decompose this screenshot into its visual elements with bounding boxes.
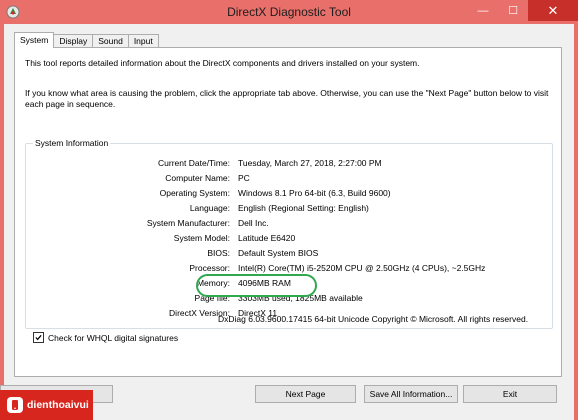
info-value: Dell Inc. bbox=[238, 218, 269, 228]
info-value: Latitude E6420 bbox=[238, 233, 296, 243]
next-page-button[interactable]: Next Page bbox=[255, 385, 356, 403]
exit-button[interactable]: Exit bbox=[463, 385, 557, 403]
whql-checkbox[interactable] bbox=[33, 332, 44, 343]
watermark-text: dienthoaivui bbox=[27, 399, 89, 411]
info-value: Tuesday, March 27, 2018, 2:27:00 PM bbox=[238, 158, 382, 168]
tab-input[interactable]: Input bbox=[127, 34, 159, 48]
maximize-button[interactable]: ☐ bbox=[498, 0, 528, 21]
info-value: English (Regional Setting: English) bbox=[238, 203, 369, 213]
system-tab-panel: This tool reports detailed information a… bbox=[14, 47, 562, 377]
info-row-bios: BIOS: Default System BIOS bbox=[26, 248, 554, 260]
close-button[interactable]: ✕ bbox=[528, 0, 578, 21]
memory-highlight-annotation bbox=[196, 274, 317, 297]
phone-logo-icon bbox=[7, 397, 23, 413]
info-label: System Model: bbox=[173, 233, 230, 243]
tab-display[interactable]: Display bbox=[53, 34, 94, 48]
tab-sound[interactable]: Sound bbox=[92, 34, 129, 48]
tab-system[interactable]: System bbox=[14, 32, 55, 48]
info-row-language: Language: English (Regional Setting: Eng… bbox=[26, 203, 554, 215]
whql-check-option[interactable]: Check for WHQL digital signatures bbox=[33, 332, 178, 343]
version-copyright-text: DxDiag 6.03.9600.17415 64-bit Unicode Co… bbox=[218, 314, 529, 324]
info-label: Language: bbox=[189, 203, 230, 213]
info-row-date-time: Current Date/Time: Tuesday, March 27, 20… bbox=[26, 158, 554, 170]
info-row-computer-name: Computer Name: PC bbox=[26, 173, 554, 185]
checkmark-icon bbox=[35, 334, 42, 341]
info-row-system-manufacturer: System Manufacturer: Dell Inc. bbox=[26, 218, 554, 230]
whql-label: Check for WHQL digital signatures bbox=[48, 332, 179, 343]
window-frame-right bbox=[574, 24, 578, 420]
info-value: PC bbox=[238, 173, 250, 183]
info-row-system-model: System Model: Latitude E6420 bbox=[26, 233, 554, 245]
minimize-button[interactable]: — bbox=[468, 0, 498, 21]
info-label: Current Date/Time: bbox=[158, 158, 230, 168]
info-label: Operating System: bbox=[159, 188, 230, 198]
info-label: System Manufacturer: bbox=[146, 218, 230, 228]
intro-text: This tool reports detailed information a… bbox=[25, 58, 420, 68]
info-label: Computer Name: bbox=[165, 173, 230, 183]
info-label: BIOS: bbox=[207, 248, 230, 258]
title-bar[interactable]: DirectX Diagnostic Tool — ☐ ✕ bbox=[0, 0, 578, 24]
group-label: System Information bbox=[33, 138, 111, 148]
info-value: Intel(R) Core(TM) i5-2520M CPU @ 2.50GHz… bbox=[238, 263, 486, 273]
system-information-group: System Information Current Date/Time: Tu… bbox=[25, 138, 554, 329]
info-row-operating-system: Operating System: Windows 8.1 Pro 64-bit… bbox=[26, 188, 554, 200]
info-label: Processor: bbox=[189, 263, 230, 273]
info-value: Default System BIOS bbox=[238, 248, 319, 258]
window-frame-left bbox=[0, 24, 4, 420]
intro-instructions: If you know what area is causing the pro… bbox=[25, 88, 549, 109]
tab-strip: System Display Sound Input bbox=[14, 32, 159, 48]
save-all-information-button[interactable]: Save All Information... bbox=[364, 385, 458, 403]
watermark-logo: dienthoaivui bbox=[0, 390, 93, 420]
info-value: Windows 8.1 Pro 64-bit (6.3, Build 9600) bbox=[238, 188, 391, 198]
